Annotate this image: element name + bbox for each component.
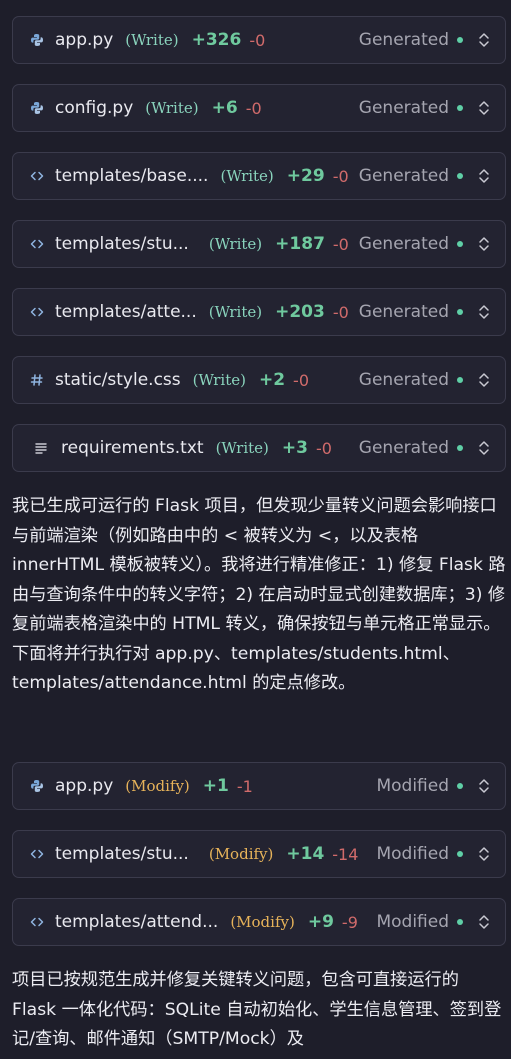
lines-added: +6 bbox=[211, 98, 238, 118]
write-tag: (Write) bbox=[145, 99, 199, 117]
status-dot bbox=[457, 37, 463, 43]
file-card-requirements-txt[interactable]: requirements.txt (Write) +3 -0 Generated bbox=[12, 424, 506, 472]
lines-added: +326 bbox=[191, 30, 242, 50]
lines-removed: -14 bbox=[332, 844, 359, 864]
python-icon bbox=[29, 32, 45, 48]
code-icon bbox=[29, 304, 45, 320]
code-icon bbox=[29, 168, 45, 184]
file-name: templates/attend... bbox=[55, 912, 219, 932]
file-name: templates/base.... bbox=[55, 166, 209, 186]
write-tag: (Write) bbox=[220, 167, 274, 185]
status-dot bbox=[457, 309, 463, 315]
assistant-message: 我已生成可运行的 Flask 项目，但发现少量转义问题会影响接口与前端渲染（例如… bbox=[12, 496, 506, 693]
write-tag: (Write) bbox=[125, 31, 179, 49]
status-dot bbox=[457, 445, 463, 451]
status-dot bbox=[457, 783, 463, 789]
lines-removed: -0 bbox=[315, 438, 332, 458]
assistant-message: 项目已按规范生成并修复关键转义问题，包含可直接运行的 Flask 一体化代码：S… bbox=[12, 970, 502, 1049]
status-text: Generated bbox=[358, 98, 449, 118]
code-icon bbox=[29, 846, 45, 862]
status-text: Generated bbox=[358, 234, 449, 254]
file-name: app.py bbox=[55, 776, 114, 796]
lines-added: +2 bbox=[258, 370, 286, 390]
status-text: Generated bbox=[358, 438, 449, 458]
chevron-up-down-icon[interactable] bbox=[477, 98, 491, 118]
lines-removed: -0 bbox=[332, 166, 349, 186]
python-icon bbox=[29, 778, 45, 794]
lines-removed: -0 bbox=[245, 98, 262, 118]
lines-removed: -0 bbox=[332, 302, 349, 322]
status-text: Modified bbox=[376, 912, 449, 932]
code-icon bbox=[29, 236, 45, 252]
lines-added: +203 bbox=[275, 302, 325, 322]
status-text: Generated bbox=[358, 302, 449, 322]
chat-transcript: app.py (Write) +326 -0 Generated config.… bbox=[0, 0, 511, 1059]
chevron-up-down-icon[interactable] bbox=[477, 166, 491, 186]
file-name: templates/stu... bbox=[55, 234, 189, 254]
file-name: app.py bbox=[55, 30, 114, 50]
chevron-up-down-icon[interactable] bbox=[477, 370, 491, 390]
file-name: static/style.css bbox=[55, 370, 181, 390]
chevron-up-down-icon[interactable] bbox=[477, 776, 491, 796]
file-name: requirements.txt bbox=[61, 438, 204, 458]
file-card-app-py[interactable]: app.py (Write) +326 -0 Generated bbox=[12, 16, 506, 64]
file-name: config.py bbox=[55, 98, 134, 118]
lines-removed: -1 bbox=[236, 776, 253, 796]
write-tag: (Write) bbox=[215, 439, 269, 457]
chevron-up-down-icon[interactable] bbox=[477, 234, 491, 254]
status-text: Generated bbox=[358, 166, 449, 186]
lines-added: +29 bbox=[286, 166, 325, 186]
lines-added: +1 bbox=[202, 776, 229, 796]
status-text: Modified bbox=[376, 776, 449, 796]
modify-tag: (Modify) bbox=[230, 913, 295, 931]
hash-icon bbox=[29, 372, 45, 388]
status-dot bbox=[457, 241, 463, 247]
code-icon bbox=[29, 914, 45, 930]
write-tag: (Write) bbox=[208, 235, 263, 253]
status-text: Modified bbox=[376, 844, 449, 864]
file-card-config-py[interactable]: config.py (Write) +6 -0 Generated bbox=[12, 84, 506, 132]
file-card-templates-students[interactable]: templates/stu... (Write) +187 -0 Generat… bbox=[12, 220, 506, 268]
file-card-templates-attendance[interactable]: templates/atte... (Write) +203 -0 Genera… bbox=[12, 288, 506, 336]
python-icon bbox=[29, 100, 45, 116]
file-card-app-py-modified[interactable]: app.py (Modify) +1 -1 Modified bbox=[12, 762, 506, 810]
lines-added: +14 bbox=[286, 844, 325, 864]
status-dot bbox=[457, 919, 463, 925]
status-dot bbox=[457, 377, 463, 383]
chevron-up-down-icon[interactable] bbox=[477, 30, 491, 50]
file-card-static-style-css[interactable]: static/style.css (Write) +2 -0 Generated bbox=[12, 356, 506, 404]
chevron-up-down-icon[interactable] bbox=[477, 438, 491, 458]
status-dot bbox=[457, 105, 463, 111]
chevron-up-down-icon[interactable] bbox=[477, 302, 491, 322]
lines-removed: -0 bbox=[249, 30, 266, 50]
file-card-templates-base[interactable]: templates/base.... (Write) +29 -0 Genera… bbox=[12, 152, 506, 200]
lines-added: +3 bbox=[281, 438, 308, 458]
text-lines-icon bbox=[33, 440, 49, 456]
lines-removed: -0 bbox=[293, 370, 309, 390]
file-card-templates-students-modified[interactable]: templates/stu... (Modify) +14 -14 Modifi… bbox=[12, 830, 506, 878]
chevron-up-down-icon[interactable] bbox=[477, 912, 491, 932]
modify-tag: (Modify) bbox=[208, 845, 274, 863]
file-name: templates/stu... bbox=[55, 844, 189, 864]
modify-tag: (Modify) bbox=[125, 777, 190, 795]
lines-removed: -0 bbox=[332, 234, 349, 254]
status-dot bbox=[457, 851, 463, 857]
write-tag: (Write) bbox=[192, 371, 246, 389]
status-dot bbox=[457, 173, 463, 179]
lines-added: +9 bbox=[307, 912, 334, 932]
lines-removed: -9 bbox=[341, 912, 358, 932]
lines-added: +187 bbox=[275, 234, 325, 254]
write-tag: (Write) bbox=[208, 303, 263, 321]
file-card-templates-attendance-modified[interactable]: templates/attend... (Modify) +9 -9 Modif… bbox=[12, 898, 506, 946]
chevron-up-down-icon[interactable] bbox=[477, 844, 491, 864]
status-text: Generated bbox=[358, 370, 449, 390]
file-name: templates/atte... bbox=[55, 302, 197, 322]
status-text: Generated bbox=[358, 30, 449, 50]
